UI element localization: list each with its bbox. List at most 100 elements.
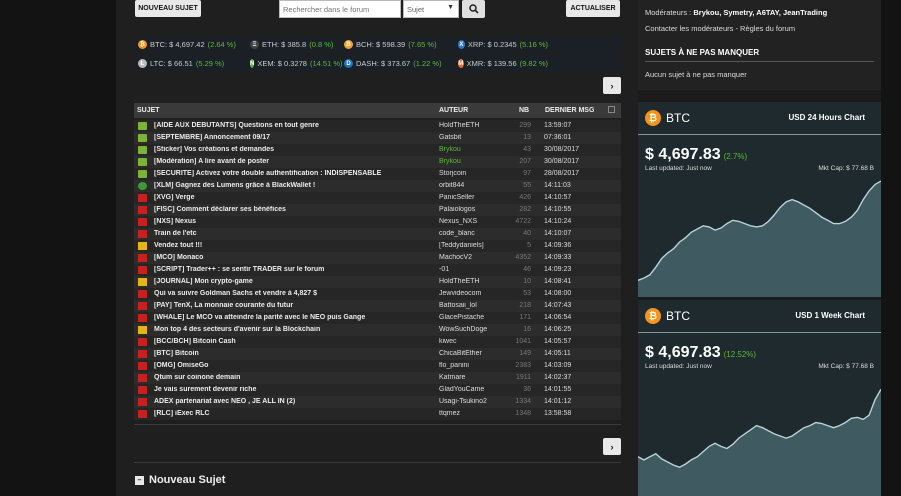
table-row[interactable]: [SCRIPT] Trader++ : se sentir TRADER sur… — [134, 264, 621, 276]
table-row[interactable]: [SEPTEMBRE] Annoncement 09/17 Gatsbit 13 07… — [134, 132, 621, 144]
col-author[interactable]: AUTEUR — [439, 107, 468, 114]
search-button[interactable] — [462, 0, 485, 18]
table-row[interactable]: [Modération] A lire avant de poster Bryko… — [134, 156, 621, 168]
ticker-next-button[interactable]: › — [603, 77, 621, 94]
topic-last-message[interactable]: 14:11:03 — [544, 182, 571, 189]
topic-title-link[interactable]: [AIDE AUX DEBUTANTS] Questions en tout g… — [154, 122, 434, 129]
refresh-button[interactable]: ACTUALISER — [566, 0, 620, 17]
table-row[interactable]: Mon top 4 des secteurs d'avenir sur la B… — [134, 324, 621, 336]
topic-title-link[interactable]: [SEPTEMBRE] Annoncement 09/17 — [154, 134, 434, 141]
topic-title-link[interactable]: [JOURNAL] Mon crypto-game — [154, 278, 434, 285]
topic-title-link[interactable]: [XVG] Verge — [154, 194, 434, 201]
topic-title-link[interactable]: ADEX partenariat avec NEO , JE ALL IN (2… — [154, 398, 434, 405]
topic-title-link[interactable]: [WHALE] Le MCO va atteindre la parité av… — [154, 314, 434, 321]
table-row[interactable]: [WHALE] Le MCO va atteindre la parité av… — [134, 312, 621, 324]
topic-title-link[interactable]: [Modération] A lire avant de poster — [154, 158, 434, 165]
table-row[interactable]: [Sticker] Vos créations et demandes Bryko… — [134, 144, 621, 156]
table-row[interactable]: [PAY] TenX, La monnaie courante du futur… — [134, 300, 621, 312]
table-row[interactable]: [AIDE AUX DEBUTANTS] Questions en tout g… — [134, 120, 621, 132]
ticker-price: $ 4,697.42 — [169, 40, 205, 49]
table-row[interactable]: [BTC] Bitcoin ChicaBitEther 149 14:05:11 — [134, 348, 621, 360]
ticker-xmr[interactable]: M XMR: $ 139.56 (9.82 %) — [458, 59, 548, 68]
table-row[interactable]: [JOURNAL] Mon crypto-game HoldTheETH 10 14:… — [134, 276, 621, 288]
topic-last-message[interactable]: 14:09:23 — [544, 266, 571, 273]
topic-title-link[interactable]: Je vais surement devenir riche — [154, 386, 434, 393]
topic-title-link[interactable]: Vendez tout !!! — [154, 242, 434, 249]
table-row[interactable]: [BCC/BCH] Bitcoin Cash kiwec 1041 14:05:57 — [134, 336, 621, 348]
ticker-dash[interactable]: D DASH: $ 373.67 (1.22 %) — [344, 59, 454, 68]
ticker-btc[interactable]: ₿ BTC: $ 4,697.42 (2.64 %) — [138, 40, 246, 49]
collapse-icon[interactable]: – — [135, 475, 144, 485]
topic-last-message[interactable]: 14:05:11 — [544, 350, 571, 357]
topic-title-link[interactable]: [RLC] iExec RLC — [154, 410, 434, 417]
ticker-bch[interactable]: B BCH: $ 598.39 (7.65 %) — [344, 40, 454, 49]
table-row[interactable]: [XVG] Verge PanicSeller 426 14:10:57 — [134, 192, 621, 204]
topic-last-message[interactable]: 14:05:57 — [544, 338, 571, 345]
topic-last-message[interactable]: 14:10:57 — [544, 194, 571, 201]
table-row[interactable]: ADEX partenariat avec NEO , JE ALL IN (2… — [134, 396, 621, 408]
table-row[interactable]: Train de l'etc code_blanc 40 14:10:07 — [134, 228, 621, 240]
topic-last-message[interactable]: 30/08/2017 — [544, 158, 579, 165]
topic-last-message[interactable]: 28/08/2017 — [544, 170, 579, 177]
topic-title-link[interactable]: [XLM] Gagnez des Lumens grâce à BlackWal… — [154, 182, 434, 189]
topic-last-message[interactable]: 07:36:01 — [544, 134, 571, 141]
topic-title-link[interactable]: [PAY] TenX, La monnaie courante du futur — [154, 302, 434, 309]
topic-last-message[interactable]: 14:08:41 — [544, 278, 571, 285]
table-row[interactable]: [MCO] Monaco MachocV2 4352 14:09:33 — [134, 252, 621, 264]
search-input[interactable] — [279, 0, 401, 18]
contact-moderators-link[interactable]: Contacter les modérateurs - Règles du fo… — [645, 24, 795, 33]
topic-title-link[interactable]: [BCC/BCH] Bitcoin Cash — [154, 338, 434, 345]
new-topic-button[interactable]: NOUVEAU SUJET — [135, 0, 201, 17]
table-row[interactable]: [NXS] Nexus Nexus_NXS 4722 14:10:24 — [134, 216, 621, 228]
topic-title-link[interactable]: Qui va suivre Goldman Sachs et vendre à … — [154, 290, 434, 297]
select-all-checkbox[interactable] — [608, 106, 615, 113]
col-last[interactable]: DERNIER MSG — [545, 107, 594, 114]
ticker-ltc[interactable]: Ł LTC: $ 66.51 (5.29 %) — [138, 59, 246, 68]
table-row[interactable]: [RLC] iExec RLC ttqmez 1348 13:58:58 — [134, 408, 621, 420]
page-next-button[interactable]: › — [603, 438, 621, 455]
topic-last-message[interactable]: 13:59:07 — [544, 122, 571, 129]
ticker-xem[interactable]: N XEM: $ 0.3278 (14.51 %) — [250, 59, 343, 68]
pin-icon — [138, 146, 147, 154]
table-row[interactable]: [XLM] Gagnez des Lumens grâce à BlackWal… — [134, 180, 621, 192]
col-nb[interactable]: NB — [519, 107, 529, 114]
ticker-eth[interactable]: Ξ ETH: $ 385.8 (0.8 %) — [250, 40, 340, 49]
topic-title-link[interactable]: [SCRIPT] Trader++ : se sentir TRADER sur… — [154, 266, 434, 273]
topic-last-message[interactable]: 30/08/2017 — [544, 146, 579, 153]
topic-last-message[interactable]: 13:58:58 — [544, 410, 571, 417]
topic-last-message[interactable]: 14:09:36 — [544, 242, 571, 249]
topic-title-link[interactable]: [SECURITE] Activez votre double authenti… — [154, 170, 434, 177]
topic-last-message[interactable]: 14:03:09 — [544, 362, 571, 369]
topic-last-message[interactable]: 14:01:12 — [544, 398, 571, 405]
topic-last-message[interactable]: 14:10:24 — [544, 218, 571, 225]
topic-last-message[interactable]: 14:06:54 — [544, 314, 571, 321]
table-row[interactable]: [OMG] OmiseGo flo_panini 2383 14:03:09 — [134, 360, 621, 372]
table-row[interactable]: Qtum sur coinone demain Katmare 1911 14:02:… — [134, 372, 621, 384]
topic-title-link[interactable]: [BTC] Bitcoin — [154, 350, 434, 357]
table-row[interactable]: Qui va suivre Goldman Sachs et vendre à … — [134, 288, 621, 300]
topic-title-link[interactable]: [FISC] Comment déclarer ses bénéfices — [154, 206, 434, 213]
ticker-xrp[interactable]: X XRP: $ 0.2345 (5.16 %) — [458, 40, 548, 49]
table-row[interactable]: [FISC] Comment déclarer ses bénéfices Pal… — [134, 204, 621, 216]
table-row[interactable]: [SECURITE] Activez votre double authenti… — [134, 168, 621, 180]
topic-title-link[interactable]: [OMG] OmiseGo — [154, 362, 434, 369]
new-topic-section[interactable]: – Nouveau Sujet — [135, 474, 225, 486]
topic-last-message[interactable]: 14:07:43 — [544, 302, 571, 309]
topic-last-message[interactable]: 14:08:00 — [544, 290, 571, 297]
topic-title-link[interactable]: Train de l'etc — [154, 230, 434, 237]
topic-last-message[interactable]: 14:10:55 — [544, 206, 571, 213]
topic-title-link[interactable]: Qtum sur coinone demain — [154, 374, 434, 381]
topic-last-message[interactable]: 14:01:55 — [544, 386, 571, 393]
topic-title-link[interactable]: [NXS] Nexus — [154, 218, 434, 225]
table-row[interactable]: Je vais surement devenir riche GladYouCam… — [134, 384, 621, 396]
topic-title-link[interactable]: Mon top 4 des secteurs d'avenir sur la B… — [154, 326, 434, 333]
topic-last-message[interactable]: 14:10:07 — [544, 230, 571, 237]
topic-last-message[interactable]: 14:06:25 — [544, 326, 571, 333]
topic-title-link[interactable]: [Sticker] Vos créations et demandes — [154, 146, 434, 153]
search-scope-select[interactable]: Sujet ▼ — [403, 0, 459, 18]
table-row[interactable]: Vendez tout !!! [Teddydaniels] 5 14:09:36 — [134, 240, 621, 252]
topic-last-message[interactable]: 14:02:37 — [544, 374, 571, 381]
topic-title-link[interactable]: [MCO] Monaco — [154, 254, 434, 261]
moderators-list[interactable]: Brykou, Symetry, A6TAY, JeanTrading — [693, 8, 827, 17]
topic-last-message[interactable]: 14:09:33 — [544, 254, 571, 261]
